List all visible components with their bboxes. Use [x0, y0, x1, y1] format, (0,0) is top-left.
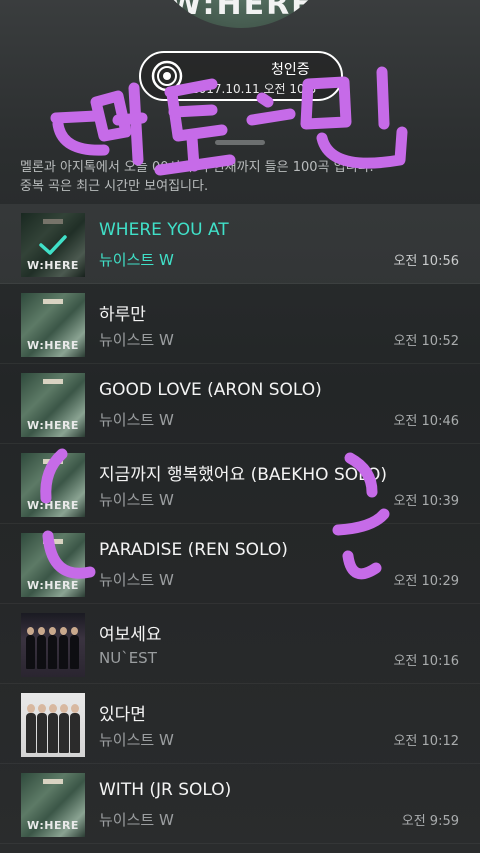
play-time: 오전 10:56 [393, 254, 459, 269]
album-thumbnail [21, 533, 85, 597]
song-row[interactable]: 지금까지 행복했어요 (BAEKHO SOLO) 뉴이스트 W 오전 10:39 [0, 444, 480, 524]
song-artist: 뉴이스트 W [99, 571, 174, 589]
song-row[interactable]: WHERE YOU AT 뉴이스트 W 오전 10:56 [0, 204, 480, 284]
play-time: 오전 10:12 [393, 734, 459, 749]
song-row[interactable]: 있다면뉴이스트 W 오전 10:12 [0, 684, 480, 764]
album-cover-text: W:HERE [168, 0, 314, 22]
song-row[interactable]: GOOD LOVE (ARON SOLO) 뉴이스트 W 오전 10:46 [0, 364, 480, 444]
play-time: 오전 10:16 [393, 654, 459, 669]
checkmark-icon [39, 235, 67, 255]
song-artist: 뉴이스트 W [99, 811, 174, 829]
history-notice: 멜론과 아지톡에서 오늘 00시 부터 현재까지 들은 100곡 입니다. 중복… [20, 158, 460, 196]
song-title: 있다면 [99, 705, 146, 725]
album-thumbnail [21, 693, 85, 757]
album-thumbnail [21, 293, 85, 357]
play-time: 오전 10:46 [393, 414, 459, 429]
selected-check-overlay [21, 213, 85, 277]
play-time: 오전 9:59 [401, 814, 459, 829]
song-artist: 뉴이스트 W [99, 251, 174, 269]
song-artist: NU`EST [99, 649, 157, 667]
sheet-drag-handle[interactable] [215, 140, 265, 145]
song-title: 지금까지 행복했어요 (BAEKHO SOLO) [99, 465, 387, 485]
song-row[interactable]: 하루만뉴이스트 W 오전 10:52 [0, 284, 480, 364]
listening-history-screen: W:HERE 청인증 2017.10.11 오전 10:5 멜론과 아지톡에서 … [0, 0, 480, 853]
album-thumbnail [21, 613, 85, 677]
song-list: WHERE YOU AT뉴이스트 W오전 10:56하루만뉴이스트 W오전 10… [0, 204, 480, 844]
listening-certificate-badge[interactable]: 청인증 2017.10.11 오전 10:5 [139, 51, 343, 101]
notice-line-2: 중복 곡은 최근 시간만 보여집니다. [20, 179, 209, 194]
song-artist: 뉴이스트 W [99, 331, 174, 349]
notice-line-1: 멜론과 아지톡에서 오늘 00시 부터 현재까지 들은 100곡 입니다. [20, 160, 374, 175]
album-thumbnail [21, 773, 85, 837]
song-title: 여보세요 [99, 625, 162, 645]
certificate-title: 청인증 [271, 62, 310, 78]
play-time: 오전 10:39 [393, 494, 459, 509]
album-thumbnail [21, 373, 85, 437]
album-cover-disc: W:HERE [146, 0, 336, 28]
song-title: GOOD LOVE (ARON SOLO) [99, 380, 322, 400]
album-thumbnail [21, 453, 85, 517]
song-row[interactable]: WITH (JR SOLO) 뉴이스트 W 오전 9:59 [0, 764, 480, 844]
song-artist: 뉴이스트 W [99, 491, 174, 509]
song-title: WITH (JR SOLO) [99, 780, 232, 800]
song-title: PARADISE (REN SOLO) [99, 540, 288, 560]
song-row[interactable]: 여보세요 NU`EST 오전 10:16 [0, 604, 480, 684]
certificate-date: 2017.10.11 오전 10:5 [191, 82, 317, 96]
song-artist: 뉴이스트 W [99, 411, 174, 429]
vinyl-record-icon [151, 60, 183, 92]
album-thumbnail [21, 213, 85, 277]
play-time: 오전 10:52 [393, 334, 459, 349]
song-title: WHERE YOU AT [99, 220, 229, 240]
song-title: 하루만 [99, 305, 146, 325]
play-time: 오전 10:29 [393, 574, 459, 589]
song-row[interactable]: PARADISE (REN SOLO) 뉴이스트 W 오전 10:29 [0, 524, 480, 604]
song-artist: 뉴이스트 W [99, 731, 174, 749]
certificate-header: W:HERE 청인증 2017.10.11 오전 10:5 [0, 0, 480, 128]
